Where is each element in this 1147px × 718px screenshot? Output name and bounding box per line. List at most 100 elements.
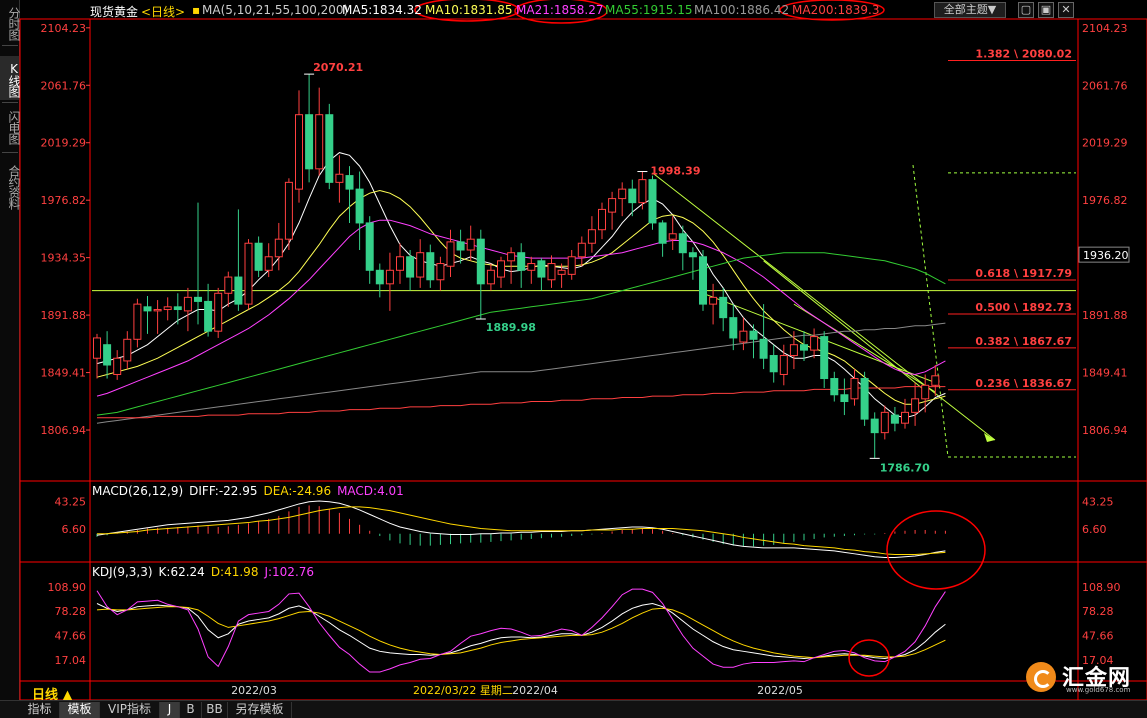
candle-body (598, 208, 606, 231)
candle-body (517, 252, 526, 271)
theme-button[interactable]: 全部主题▼ (934, 2, 1006, 18)
candle-body (719, 296, 728, 319)
maximize-icon[interactable]: ▣ (1038, 2, 1054, 18)
instrument-name: 现货黄金 (90, 5, 139, 19)
y-tick-right: 1806.94 (1082, 424, 1128, 437)
candle-body (911, 398, 920, 413)
dashed-projection-line (912, 164, 949, 458)
ma100-value: MA100:1886.42 (694, 3, 790, 17)
trend-arrow-icon (984, 433, 995, 442)
candle-body (335, 173, 344, 183)
candle-body (810, 336, 819, 351)
tab-save-template[interactable]: 另存模板 (228, 702, 292, 718)
candle-body (678, 233, 687, 254)
y-tick-left: 1976.82 (41, 194, 87, 207)
y-tick-right: 2019.29 (1082, 137, 1128, 150)
candle-body (224, 276, 233, 294)
kdj-k: K:62.24 (158, 565, 205, 579)
kdj-y-tick-right: 47.66 (1082, 630, 1114, 643)
tab-b[interactable]: B (180, 702, 202, 718)
tab-template[interactable]: 模板 (60, 702, 100, 718)
candle-body (901, 411, 909, 424)
channel-line-2 (702, 292, 936, 384)
y-tick-left: 2019.29 (41, 137, 87, 150)
macd-y-tick-left: 6.60 (62, 523, 87, 536)
bottom-tab-bar: 指标 模板 VIP指标 J B BB 另存模板 (0, 700, 1147, 718)
candle-body (385, 269, 394, 285)
y-tick-right: 1891.88 (1082, 309, 1128, 322)
candle-body (749, 330, 758, 340)
chart-canvas[interactable]: 2104.23 2104.23 2061.76 2061.76 2019.29 2019.… (0, 0, 1147, 700)
kdj-header: KDJ(9,3,3) K:62.24 D:41.98 J:102.76 (92, 565, 320, 579)
candle-body (133, 303, 142, 340)
candle-body (214, 292, 223, 332)
candle-body (800, 344, 808, 351)
candle-body (274, 238, 283, 258)
candle-body (143, 306, 152, 312)
fib-label-1: 0.618 \ 1917.79 (975, 267, 1072, 280)
candle-body (931, 375, 940, 386)
candle-body (759, 338, 768, 359)
candle-body (284, 181, 293, 240)
candle-body (123, 338, 132, 362)
period-name: <日线> (141, 5, 186, 19)
candle-body (456, 241, 465, 251)
y-tick-left: 2104.23 (41, 22, 87, 35)
macd-y-tick-left: 43.25 (55, 496, 87, 509)
candle-body (537, 260, 546, 278)
candle-body (396, 256, 404, 271)
candle-body (890, 414, 899, 424)
kdj-y-tick-left: 17.04 (55, 654, 87, 667)
tab-vip-indicator[interactable]: VIP指标 (100, 702, 160, 718)
mid-low-label: 1889.98 (486, 321, 536, 334)
candle-body (436, 263, 445, 281)
candle-body (315, 114, 324, 170)
macd-diff-line (96, 500, 946, 559)
chart-frame (19, 18, 1147, 700)
fib-label-4: 0.236 \ 1836.67 (975, 377, 1072, 390)
macd-diff: DIFF:-22.95 (189, 484, 258, 498)
low-label: 1786.70 (880, 461, 930, 474)
tab-j[interactable]: J (160, 702, 180, 718)
y-tick-left: 1806.94 (41, 424, 87, 437)
candle-body (769, 355, 778, 373)
restore-icon[interactable]: ▢ (1018, 2, 1034, 18)
close-icon[interactable]: ✕ (1058, 2, 1074, 18)
candle-body (547, 263, 556, 281)
candle-body (406, 256, 415, 278)
candle-body (789, 344, 798, 357)
current-price-label: 1936.20 (1083, 249, 1129, 262)
candle-body (921, 384, 930, 400)
ma-dropdown-icon[interactable]: ▪ (192, 3, 200, 17)
annotation-circle-macd (886, 510, 986, 590)
y-tick-left: 1891.88 (41, 309, 87, 322)
macd-y-tick-right: 6.60 (1082, 523, 1107, 536)
ma5-value: MA5:1834.32 (342, 3, 422, 17)
candle-body (486, 269, 495, 285)
candle-body (709, 296, 718, 305)
candle-body (618, 188, 627, 200)
tab-indicator[interactable]: 指标 (20, 702, 60, 718)
candle-body (658, 222, 667, 244)
candle-body (153, 309, 162, 312)
kdj-y-tick-left: 108.90 (48, 581, 87, 594)
y-tick-left: 2061.76 (41, 79, 87, 92)
candle-body (103, 344, 112, 366)
downtrend-line (652, 172, 996, 441)
candle-body (244, 242, 253, 305)
candle-body (567, 256, 576, 275)
candle-body (527, 263, 536, 271)
ma200-value: MA200:1839.3 (792, 3, 880, 17)
candle-body (325, 114, 334, 183)
ma10-value: MA10:1831.85 (425, 3, 513, 17)
candle-body (173, 306, 182, 311)
y-tick-right: 2104.23 (1082, 22, 1128, 35)
tab-bb[interactable]: BB (202, 702, 228, 718)
y-tick-right: 1976.82 (1082, 194, 1128, 207)
candle-body (416, 252, 425, 278)
candle-body (830, 378, 839, 396)
y-tick-right: 1849.41 (1082, 367, 1128, 380)
candle-body (880, 411, 889, 434)
kdj-y-tick-left: 47.66 (55, 630, 87, 643)
ma-line-ma100 (96, 322, 946, 424)
